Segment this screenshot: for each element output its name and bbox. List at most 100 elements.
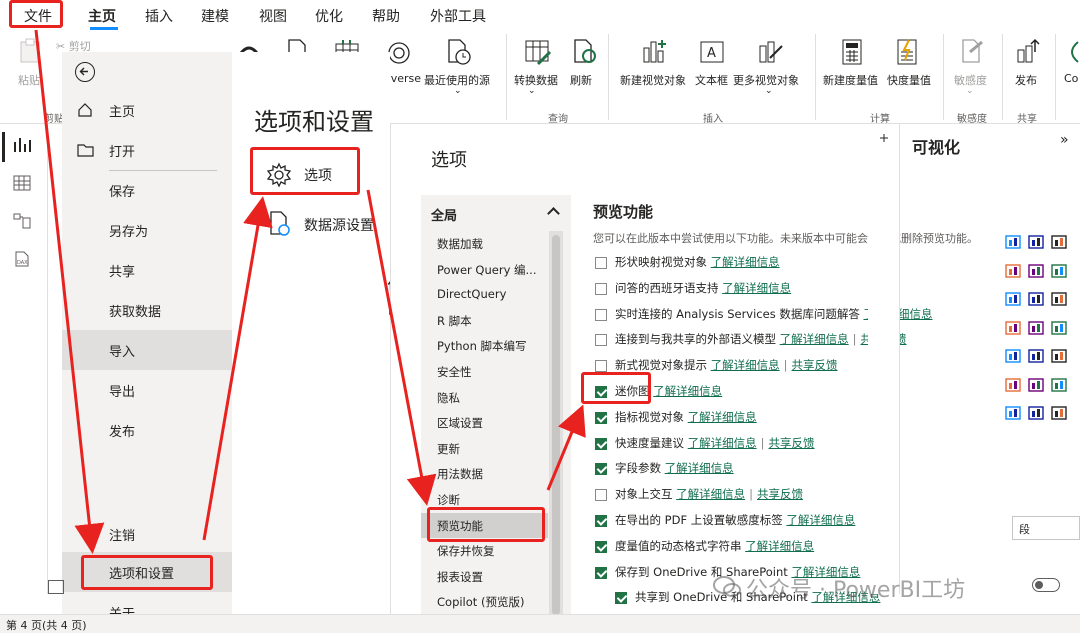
backstage-open[interactable]: 打开 <box>62 130 232 170</box>
pie-chart-icon[interactable] <box>1004 320 1022 336</box>
share-feedback-link[interactable]: 共享反馈 <box>769 436 815 450</box>
learn-more-link[interactable]: 了解详细信息 <box>780 332 849 346</box>
nav-item[interactable]: 数据加载 <box>421 231 548 256</box>
learn-more-link[interactable]: 了解详细信息 <box>711 358 780 372</box>
refresh-label[interactable]: 刷新 <box>570 72 592 88</box>
quick-measure-icon[interactable] <box>895 38 919 66</box>
line-chart-icon[interactable] <box>1004 263 1022 279</box>
backstage-import[interactable]: 导入 <box>62 330 232 370</box>
nav-scroll-thumb[interactable] <box>552 235 560 615</box>
nav-item[interactable]: R 脚本 <box>421 308 548 333</box>
transform-data-label[interactable]: 转换数据 <box>514 72 558 88</box>
back-button[interactable] <box>75 62 95 82</box>
nav-item[interactable]: 区域设置 <box>421 410 548 435</box>
toggle-switch[interactable] <box>1032 578 1060 592</box>
dax-query-view-icon[interactable]: DAX <box>12 250 32 268</box>
page-tab-icon[interactable] <box>48 580 64 594</box>
learn-more-link[interactable]: 了解详细信息 <box>653 384 722 398</box>
filters-pane-collapsed[interactable] <box>868 124 900 594</box>
learn-more-link[interactable]: 了解详细信息 <box>745 539 814 553</box>
treemap-icon[interactable] <box>1050 320 1068 336</box>
area-chart-icon[interactable] <box>1027 263 1045 279</box>
feature-checkbox[interactable] <box>595 489 607 502</box>
feature-checkbox[interactable] <box>595 334 607 347</box>
textbox-label[interactable]: 文本框 <box>695 72 728 88</box>
nav-item[interactable]: Copilot (预览版) <box>421 589 548 614</box>
slicer-icon[interactable] <box>1050 377 1068 393</box>
nav-item[interactable]: 更新 <box>421 436 548 461</box>
menu-insert[interactable]: 插入 <box>145 6 173 26</box>
chevron-down-icon[interactable]: ⌄ <box>528 86 536 96</box>
backstage-sign-out[interactable]: 注销 <box>62 514 232 554</box>
chevrons-right-icon[interactable]: » <box>1060 132 1069 148</box>
filled-map-icon[interactable] <box>1027 348 1045 364</box>
learn-more-link[interactable]: 了解详细信息 <box>676 487 745 501</box>
learn-more-link[interactable]: 了解详细信息 <box>786 513 855 527</box>
paste-icon[interactable] <box>18 38 42 64</box>
nav-item[interactable]: 用法数据 <box>421 461 548 486</box>
learn-more-link[interactable]: 了解详细信息 <box>722 281 791 295</box>
clustered-bar-chart-icon[interactable] <box>1027 234 1045 250</box>
table-icon[interactable] <box>1004 405 1022 421</box>
chevron-down-icon[interactable]: ⌄ <box>966 86 974 96</box>
feature-checkbox[interactable] <box>595 540 607 553</box>
learn-more-link[interactable]: 了解详细信息 <box>688 410 757 424</box>
nav-item[interactable]: DirectQuery <box>421 282 548 307</box>
chevron-up-icon[interactable] <box>547 207 560 220</box>
publish-icon[interactable] <box>1014 38 1040 66</box>
feature-checkbox[interactable] <box>615 592 627 605</box>
nav-item[interactable]: Python 脚本编写 <box>421 333 548 358</box>
stacked-column-chart-icon[interactable] <box>1050 234 1068 250</box>
report-view-icon[interactable] <box>12 136 32 154</box>
card-icon[interactable] <box>1004 377 1022 393</box>
feature-checkbox[interactable] <box>595 282 607 295</box>
feature-checkbox[interactable] <box>595 515 607 527</box>
backstage-share[interactable]: 共享 <box>62 250 232 290</box>
gauge-icon[interactable] <box>1050 348 1068 364</box>
chevron-down-icon[interactable]: ⌄ <box>765 86 773 96</box>
nav-item[interactable]: Power Query 编... <box>421 257 548 282</box>
new-measure-label[interactable]: 新建度量值 <box>823 72 878 88</box>
kpi-icon[interactable] <box>1027 377 1045 393</box>
matrix-icon[interactable] <box>1027 405 1045 421</box>
chevron-down-icon[interactable]: ⌄ <box>454 86 462 96</box>
waterfall-chart-icon[interactable] <box>1004 291 1022 307</box>
share-feedback-link[interactable]: 共享反馈 <box>792 358 838 372</box>
more-visuals-icon[interactable] <box>756 38 784 66</box>
copilot-icon[interactable] <box>1064 38 1080 66</box>
r-visual-icon[interactable] <box>1050 405 1068 421</box>
backstage-save[interactable]: 保存 <box>62 170 232 210</box>
funnel-chart-icon[interactable] <box>1027 291 1045 307</box>
textbox-icon[interactable]: A <box>698 38 726 66</box>
nav-item[interactable]: 报表设置 <box>421 564 548 589</box>
menu-view[interactable]: 视图 <box>259 6 287 26</box>
refresh-icon[interactable] <box>572 38 598 66</box>
collapse-icon[interactable] <box>878 132 890 144</box>
feature-checkbox[interactable] <box>595 308 607 321</box>
backstage-get-data[interactable]: 获取数据 <box>62 290 232 330</box>
menu-help[interactable]: 帮助 <box>372 6 400 26</box>
ribbon-chart-icon[interactable] <box>1050 263 1068 279</box>
feature-checkbox[interactable] <box>595 463 607 476</box>
nav-section-global[interactable]: 全局 <box>431 205 457 224</box>
calculator-icon[interactable] <box>840 38 864 66</box>
learn-more-link[interactable]: 了解详细信息 <box>665 461 734 475</box>
menu-home[interactable]: 主页 <box>88 6 116 26</box>
backstage-export[interactable]: 导出 <box>62 370 232 410</box>
menu-modeling[interactable]: 建模 <box>201 6 229 26</box>
donut-chart-icon[interactable] <box>1027 320 1045 336</box>
transform-data-icon[interactable] <box>524 38 552 66</box>
feature-checkbox[interactable] <box>595 437 607 450</box>
nav-item[interactable]: 安全性 <box>421 359 548 384</box>
menu-optimize[interactable]: 优化 <box>315 6 343 26</box>
share-feedback-link[interactable]: 共享反馈 <box>757 487 803 501</box>
feature-checkbox[interactable] <box>595 360 607 373</box>
nav-item[interactable]: 隐私 <box>421 385 548 410</box>
backstage-publish[interactable]: 发布 <box>62 410 232 450</box>
table-view-icon[interactable] <box>12 174 32 192</box>
menu-external-tools[interactable]: 外部工具 <box>430 6 486 26</box>
feature-checkbox[interactable] <box>595 411 607 424</box>
sensitivity-icon[interactable] <box>960 38 986 66</box>
recent-sources-icon[interactable] <box>446 38 472 66</box>
scatter-chart-icon[interactable] <box>1050 291 1068 307</box>
